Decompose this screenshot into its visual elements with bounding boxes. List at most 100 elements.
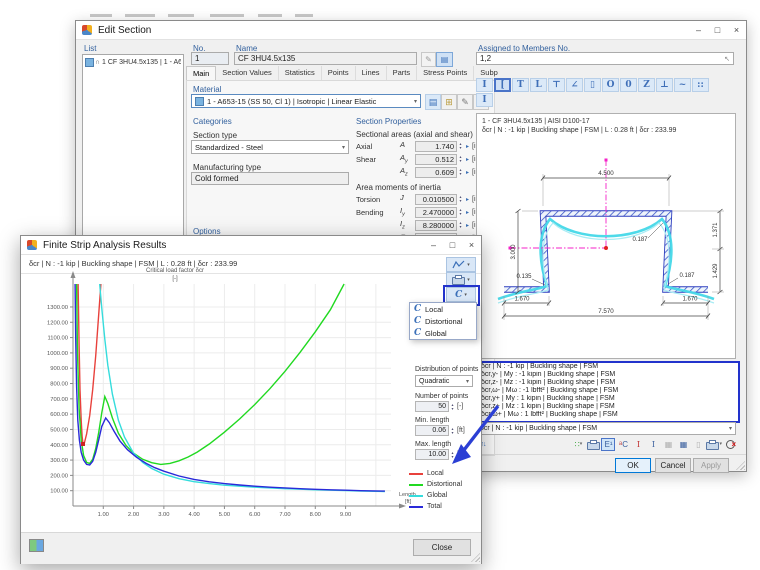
- shape-pipe-button[interactable]: 0: [620, 78, 637, 92]
- spinner[interactable]: ▴▾: [457, 207, 464, 218]
- material-edit-icon[interactable]: ✎: [457, 94, 473, 110]
- table-icon[interactable]: ▦: [676, 438, 690, 451]
- menu-item-distortional[interactable]: CDistortional: [410, 315, 476, 327]
- row-symbol: A: [400, 140, 415, 152]
- list-item[interactable]: ∩ 1 CF 3HU4.5x135 | 1 - A653-15 (SS: [85, 58, 181, 67]
- legend-item: Total: [409, 501, 462, 512]
- pick-members-icon[interactable]: ↖: [724, 55, 730, 63]
- shape-channel-button[interactable]: [: [494, 78, 511, 92]
- tab-lines[interactable]: Lines: [356, 66, 387, 81]
- spinner[interactable]: ▴▾: [457, 141, 464, 152]
- value-field[interactable]: 2.470000: [415, 207, 457, 218]
- chevron-down-icon: ▾: [729, 425, 732, 432]
- printer-icon[interactable]: [586, 438, 600, 451]
- ok-button[interactable]: OK: [615, 458, 651, 473]
- print-graphic-icon[interactable]: ▾: [706, 438, 722, 451]
- minimize-button[interactable]: –: [689, 21, 708, 39]
- effective-section-icon[interactable]: E¹: [601, 438, 615, 451]
- result-item[interactable]: δcr,ω+ | Mω : 1 lbfft² | Buckling shape …: [478, 411, 738, 419]
- detail-arrow-icon[interactable]: ▸: [464, 169, 471, 176]
- tab-stress-points[interactable]: Stress Points: [417, 66, 474, 81]
- assigned-members-field[interactable]: 1,2 ↖: [476, 52, 734, 65]
- zoom-reset-icon[interactable]: [723, 438, 737, 451]
- value-field[interactable]: 0.010500: [415, 194, 457, 205]
- svg-text:500.00: 500.00: [50, 427, 68, 433]
- detail-arrow-icon[interactable]: ▸: [464, 196, 471, 203]
- spinner[interactable]: ▴▾: [457, 220, 464, 231]
- detail-arrow-icon[interactable]: ▸: [464, 209, 471, 216]
- shape-rect-tube-button[interactable]: ▯: [584, 78, 601, 92]
- value-field[interactable]: 1.740: [415, 141, 457, 152]
- svg-text:Critical load factor δcr: Critical load factor δcr: [146, 268, 204, 274]
- material-new-icon[interactable]: ⊞: [441, 94, 457, 110]
- shape-angle-button[interactable]: L: [530, 78, 547, 92]
- shape-upright-tee-button[interactable]: ⊥: [656, 78, 673, 92]
- value-field[interactable]: 0.512: [415, 154, 457, 165]
- spinner[interactable]: ▴▾: [457, 194, 464, 205]
- detail-arrow-icon[interactable]: ▸: [464, 156, 471, 163]
- spinner[interactable]: ▴▾: [457, 167, 464, 178]
- result-item[interactable]: δcr,z+ | Mz : 1 kipin | Buckling shape |…: [478, 403, 738, 411]
- material-value: 1 - A653-15 (SS 50, Cl 1) | Isotropic | …: [207, 97, 376, 106]
- shape-wave-button[interactable]: ~: [674, 78, 691, 92]
- close-icon[interactable]: ×: [462, 236, 481, 254]
- axes-icon[interactable]: I: [646, 438, 660, 451]
- shape-tee-button[interactable]: T: [512, 78, 529, 92]
- tab-section-values[interactable]: Section Values: [216, 66, 278, 81]
- material-combobox[interactable]: 1 - A653-15 (SS 50, Cl 1) | Isotropic | …: [191, 94, 421, 108]
- chart-options-button[interactable]: ▾: [446, 257, 476, 272]
- tab-main[interactable]: Main: [186, 66, 216, 81]
- rename-icon[interactable]: ✎: [421, 52, 436, 67]
- shape-i-section-button[interactable]: I: [476, 93, 493, 107]
- shape-circle-button[interactable]: O: [602, 78, 619, 92]
- section-type-dropdown[interactable]: Standardized - Steel ▾: [191, 140, 349, 154]
- fsa-titlebar[interactable]: Finite Strip Analysis Results – □ ×: [21, 236, 481, 255]
- result-selection-dropdown[interactable]: δcr | N : -1 kip | Buckling shape | FSM …: [476, 422, 736, 435]
- maximize-button[interactable]: □: [708, 21, 727, 39]
- display-settings-icon[interactable]: [29, 539, 44, 552]
- maximize-button[interactable]: □: [443, 236, 462, 254]
- hat-section-icon: ∩: [95, 59, 100, 66]
- shape-points-button[interactable]: ::: [692, 78, 709, 92]
- result-item[interactable]: δcr,ω- | Mω : -1 lbfft² | Buckling shape…: [478, 387, 738, 395]
- curve-type-button[interactable]: C ▾: [446, 287, 476, 302]
- tab-parts[interactable]: Parts: [387, 66, 418, 81]
- dimensions-icon[interactable]: I: [631, 438, 645, 451]
- edit-section-titlebar[interactable]: Edit Section – □ ×: [76, 21, 746, 40]
- result-item[interactable]: δcr,z- | Mz : -1 kipin | Buckling shape …: [478, 379, 738, 387]
- shape-i-beam-button[interactable]: I: [476, 78, 493, 92]
- result-item[interactable]: δcr,y- | My : -1 kipin | Buckling shape …: [478, 371, 738, 379]
- name-field[interactable]: CF 3HU4.5x135: [234, 52, 417, 65]
- shape-zee-button[interactable]: Z: [638, 78, 655, 92]
- detail-arrow-icon[interactable]: ▸: [464, 222, 471, 229]
- value-field[interactable]: 0.609: [415, 167, 457, 178]
- result-item[interactable]: δcr,y+ | My : 1 kipin | Buckling shape |…: [478, 395, 738, 403]
- minimize-button[interactable]: –: [424, 236, 443, 254]
- tab-statistics[interactable]: Statistics: [279, 66, 322, 81]
- value-field[interactable]: 8.280000: [415, 220, 457, 231]
- row-symbol: Az: [400, 166, 415, 178]
- shape-angle2-button[interactable]: ∠: [566, 78, 583, 92]
- close-button[interactable]: Close: [413, 539, 471, 556]
- menu-item-local[interactable]: CLocal: [410, 303, 476, 315]
- material-library-icon[interactable]: ▤: [425, 94, 441, 110]
- no-field[interactable]: 1: [191, 52, 229, 65]
- distribution-dropdown[interactable]: Quadratic ▾: [415, 375, 473, 387]
- close-icon[interactable]: ×: [727, 21, 746, 39]
- detail-arrow-icon[interactable]: ▸: [464, 143, 471, 150]
- cancel-button[interactable]: Cancel: [655, 458, 691, 473]
- library-icon[interactable]: ▤: [436, 52, 453, 67]
- result-item[interactable]: δcr | N : -1 kip | Buckling shape | FSM: [478, 363, 738, 371]
- menu-item-global[interactable]: CGlobal: [410, 327, 476, 339]
- stress-points-icon[interactable]: aC: [616, 438, 630, 451]
- point-display-icon[interactable]: ∷▾: [571, 438, 585, 451]
- categories-label: Categories: [193, 117, 232, 126]
- shape-tee-down-button[interactable]: ⊤: [548, 78, 565, 92]
- tab-points[interactable]: Points: [322, 66, 356, 81]
- spinner[interactable]: ▴▾: [457, 154, 464, 165]
- dim-thickness-lower-right: 0.187: [679, 273, 695, 279]
- row-label: Shear: [356, 155, 400, 164]
- resize-grip[interactable]: [736, 461, 745, 470]
- app-icon: [27, 240, 37, 250]
- background-app-fragment: [125, 14, 155, 17]
